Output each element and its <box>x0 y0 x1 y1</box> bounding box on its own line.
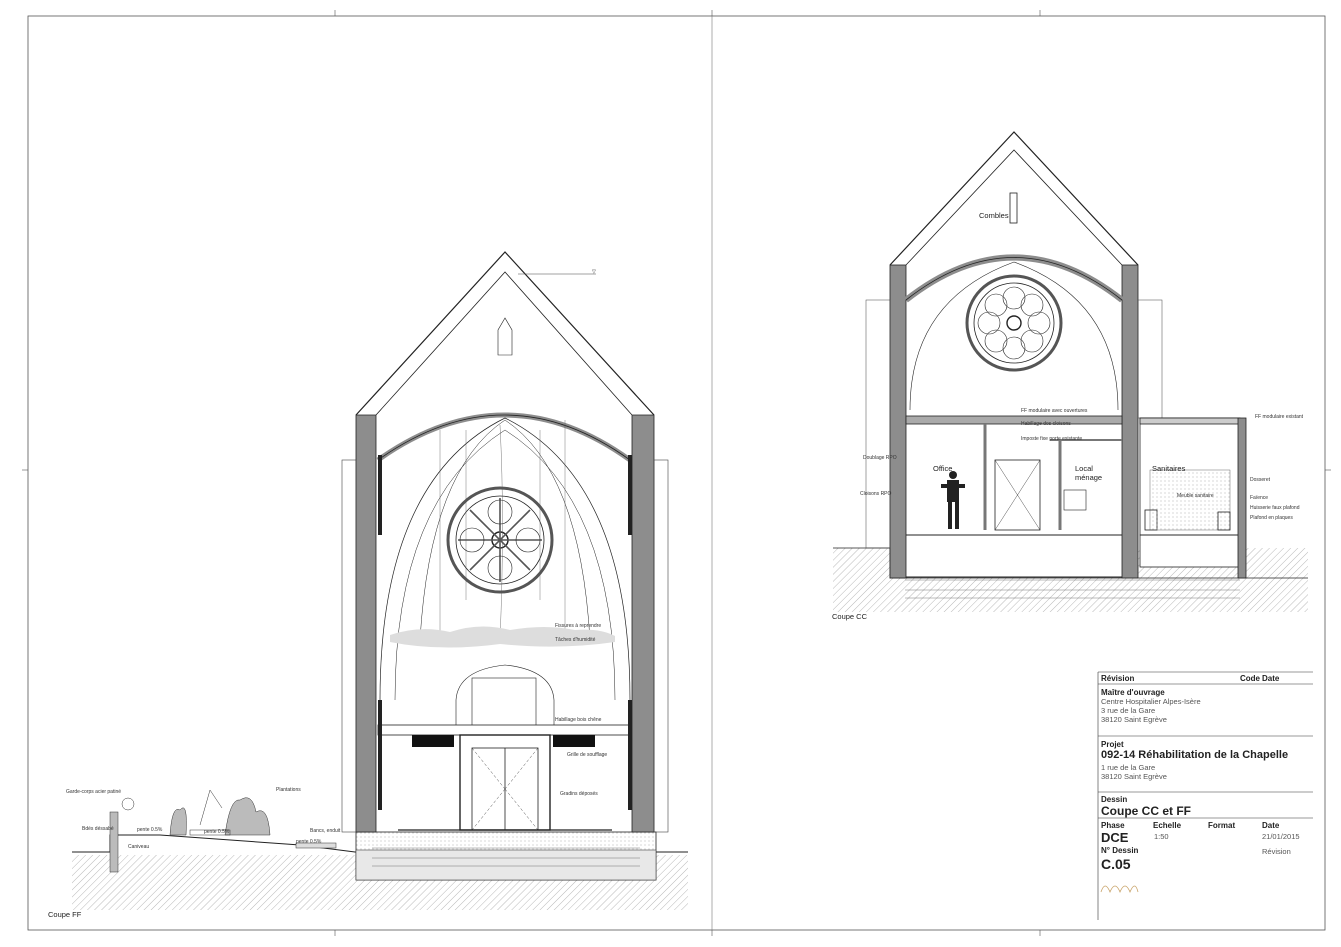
annotation: Bancs, enduit <box>310 828 341 834</box>
tb-maitre-line-1: Centre Hospitalier Alpes-Isère <box>1101 697 1201 706</box>
tb-projet-title: 092-14 Réhabilitation de la Chapelle <box>1101 749 1289 761</box>
wall-right-ff <box>631 414 655 833</box>
annotation: Habillage bois chêne <box>555 717 602 723</box>
annotation: Imposte fixe porte existante <box>1021 436 1083 442</box>
person-figure-cc <box>941 471 965 529</box>
room-label-local: Local <box>1075 464 1093 473</box>
tb-maitre-label: Maître d'ouvrage <box>1101 688 1165 697</box>
wall-left-ff <box>355 414 377 833</box>
annotation: Huisserie faux plafond <box>1250 505 1300 511</box>
annotation: Faïence <box>1250 495 1269 501</box>
caption-coupe-cc: Coupe CC <box>832 612 868 621</box>
annotation: Caniveau <box>128 844 150 850</box>
annotation: pente 0.5% <box>296 839 322 845</box>
annotation: Cloisons RPO <box>860 491 892 497</box>
annotation: FF modulaire avec ouvertures <box>1021 408 1088 414</box>
tb-format-label: Format <box>1208 821 1236 830</box>
annotation: Grille de soufflage <box>567 752 608 758</box>
caption-coupe-ff: Coupe FF <box>48 910 82 919</box>
annotation: Meuble sanitaire <box>1177 493 1214 499</box>
tb-date-value: 21/01/2015 <box>1262 832 1300 841</box>
room-label-menage: ménage <box>1075 473 1103 482</box>
tb-no-dessin-value: C.05 <box>1101 856 1131 872</box>
section-cc <box>833 131 1308 612</box>
annotation: pente 0.5% <box>137 827 163 833</box>
annotation: Dosseret <box>1250 477 1271 483</box>
tribune-ff <box>377 724 631 736</box>
tb-projet-line-1: 1 rue de la Gare <box>1101 763 1156 772</box>
annotation: FF modulaire existant <box>1255 414 1304 420</box>
annotation: Habillage dos cloisons <box>1021 421 1071 427</box>
tb-phase-label: Phase <box>1101 821 1125 830</box>
wall-right-cc <box>1121 264 1139 579</box>
room-label-office: Office <box>933 464 953 473</box>
annotation: Tâches d'humidité <box>555 637 596 643</box>
section-ff: ▽ <box>72 251 688 910</box>
room-label-combles: Combles <box>979 211 1009 220</box>
tb-dessin-title: Coupe CC et FF <box>1101 804 1191 818</box>
annotation: Plafond en plaques <box>1250 515 1293 521</box>
tb-projet-line-2: 38120 Saint Egrève <box>1101 772 1167 781</box>
tb-echelle-label: Echelle <box>1153 821 1182 830</box>
wall-left-cc <box>889 264 907 579</box>
floor-slab-cc <box>904 534 1126 578</box>
tb-revision-value: Révision <box>1262 847 1291 856</box>
annotation: pente 0.5% <box>204 829 230 835</box>
svg-text:▽: ▽ <box>592 269 596 275</box>
rose-window-cc <box>965 274 1063 372</box>
annotation: Doublage RPO <box>863 455 897 461</box>
annotation: Bdés déssabé <box>82 826 114 832</box>
tb-no-dessin-label: N° Dessin <box>1101 846 1139 855</box>
tb-maitre-line-2: 3 rue de la Gare <box>1101 706 1156 715</box>
tb-dessin-label: Dessin <box>1101 795 1128 804</box>
roof-ff <box>355 251 655 416</box>
roof-cc <box>889 131 1139 266</box>
tb-phase-value: DCE <box>1101 830 1129 845</box>
firm-logo <box>1100 885 1139 894</box>
tb-projet-label: Projet <box>1101 740 1124 749</box>
tb-maitre-line-3: 38120 Saint Egrève <box>1101 715 1167 724</box>
annotation: Plantations <box>276 787 301 793</box>
tb-echelle-value: 1:50 <box>1154 832 1169 841</box>
annotation: Fissures à reprendre <box>555 623 602 629</box>
room-label-sanitaires: Sanitaires <box>1152 464 1186 473</box>
tb-revision-label: Révision <box>1101 674 1135 683</box>
annotation: Garde-corps acier patiné <box>66 789 122 795</box>
tb-code-label: Code <box>1240 674 1260 683</box>
tb-date2-label: Date <box>1262 821 1280 830</box>
tb-date-label: Date <box>1262 674 1280 683</box>
annotation: Gradins déposés <box>560 791 598 797</box>
